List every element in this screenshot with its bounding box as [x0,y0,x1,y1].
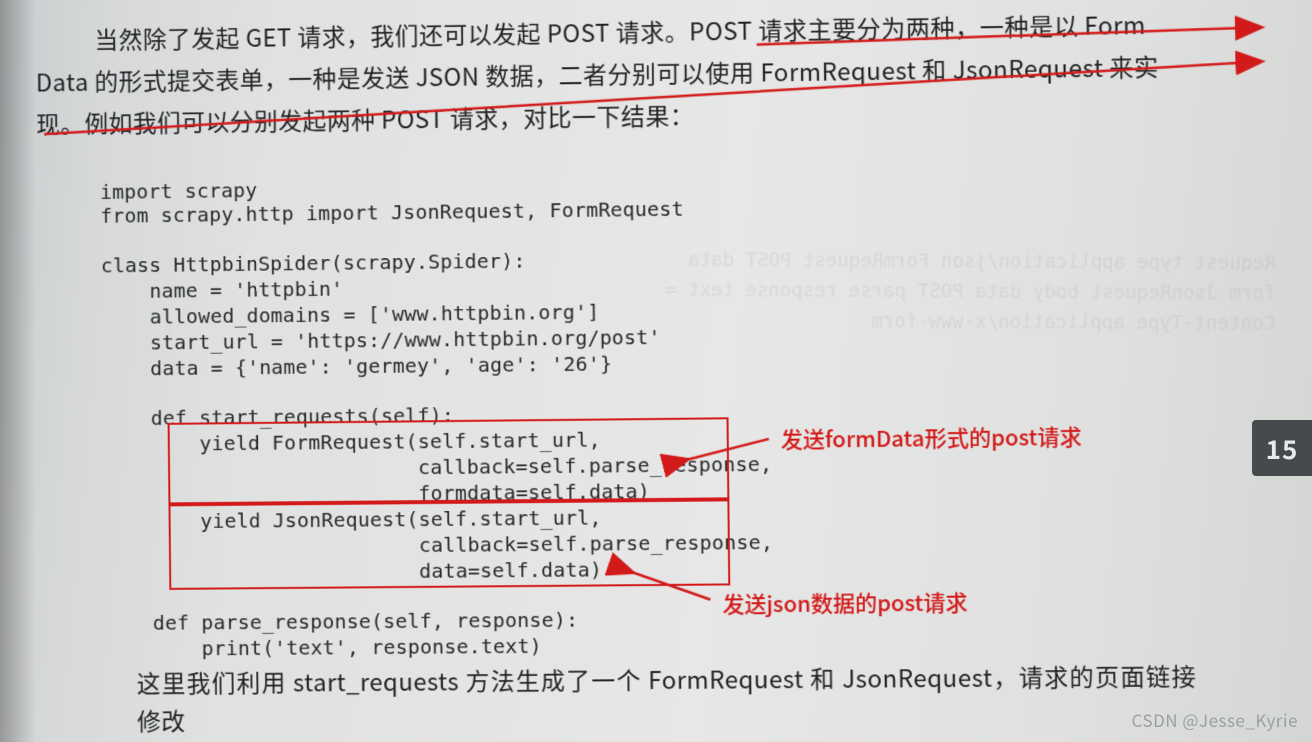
watermark: CSDN @Jesse_Kyrie [1132,707,1298,732]
page-number-tab: 15 [1252,420,1312,476]
book-page-photo: Request type application/json FormReques… [0,0,1312,742]
annotation-arrows [2,0,1312,742]
page-content: Request type application/json FormReques… [2,0,1312,742]
paragraph-bottom: 这里我们利用 start_requests 方法生成了一个 FormReques… [137,656,1197,739]
page-number: 15 [1266,430,1299,467]
annotation-label-json: 发送json数据的post请求 [722,586,968,620]
annotation-label-formdata: 发送formData形式的post请求 [781,420,1082,455]
